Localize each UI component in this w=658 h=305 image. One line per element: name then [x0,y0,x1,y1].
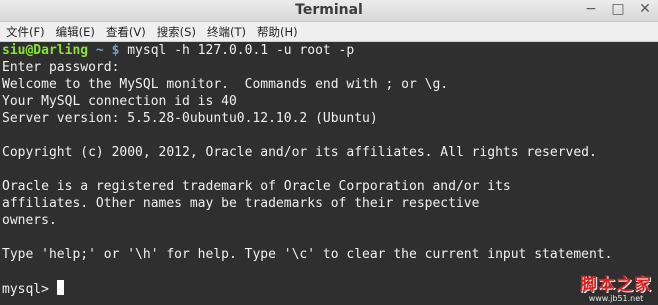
mysql-prompt: mysql> [2,282,57,297]
window-controls: − □ ✕ [583,1,653,17]
watermark-logo-text: 脚本之家 [580,275,652,295]
close-icon[interactable]: ✕ [637,1,653,17]
output-line: Server version: 5.5.28-0ubuntu0.12.10.2 … [2,111,378,126]
command-text: mysql -h 127.0.0.1 -u root -p [119,43,355,58]
title-bar[interactable]: Terminal − □ ✕ [0,0,658,22]
menu-view[interactable]: 查看(V) [106,23,146,41]
window-title: Terminal [295,2,363,18]
text-cursor [56,280,64,295]
minimize-icon[interactable]: − [583,1,599,17]
menu-search[interactable]: 搜索(S) [157,23,196,41]
terminal-window: Terminal − □ ✕ 文件(F) 编辑(E) 查看(V) 搜索(S) 终… [0,0,658,305]
prompt-path: ~ $ [88,43,120,58]
site-watermark: 脚本之家 www.jb51.net [580,277,652,303]
output-line: Type 'help;' or '\h' for help. Type '\c'… [2,247,613,262]
prompt-user: siu@Darling [2,43,89,58]
output-line: Enter password: [2,60,120,75]
menu-terminal[interactable]: 终端(T) [207,23,246,41]
output-line: Copyright (c) 2000, 2012, Oracle and/or … [2,145,597,160]
menu-bar: 文件(F) 编辑(E) 查看(V) 搜索(S) 终端(T) 帮助(H) [0,22,658,42]
output-line: Oracle is a registered trademark of Orac… [2,179,511,194]
menu-help[interactable]: 帮助(H) [257,23,298,41]
maximize-icon[interactable]: □ [610,1,626,17]
output-line: owners. [2,213,57,228]
watermark-url: www.jb51.net [588,294,644,303]
output-line: Your MySQL connection id is 40 [2,94,237,109]
command-line: siu@Darling ~ $ mysql -h 127.0.0.1 -u ro… [2,42,656,59]
terminal-output[interactable]: siu@Darling ~ $ mysql -h 127.0.0.1 -u ro… [0,42,658,305]
output-line: affiliates. Other names may be trademark… [2,196,480,211]
mysql-prompt-line[interactable]: mysql> [2,280,656,297]
output-line: Welcome to the MySQL monitor. Commands e… [2,77,449,92]
menu-edit[interactable]: 编辑(E) [56,23,95,41]
menu-file[interactable]: 文件(F) [6,23,45,41]
